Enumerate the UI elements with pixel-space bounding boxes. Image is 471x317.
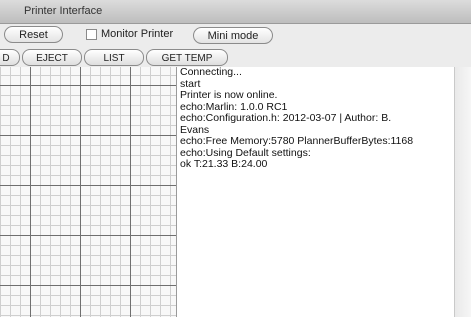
- monitor-printer-checkbox[interactable]: [86, 29, 97, 40]
- monitor-printer-label[interactable]: Monitor Printer: [101, 28, 173, 40]
- log-line: Connecting...: [180, 67, 242, 78]
- list-button[interactable]: LIST: [84, 49, 144, 66]
- partial-command-button[interactable]: D: [0, 49, 20, 66]
- console-scrollbar[interactable]: [454, 67, 471, 317]
- console-log[interactable]: Connecting... start Printer is now onlin…: [177, 67, 454, 317]
- window-titlebar: Printer Interface: [0, 0, 471, 24]
- window-title: Printer Interface: [24, 5, 103, 17]
- log-line: Printer is now online.: [180, 89, 278, 101]
- log-line: echo:Configuration.h: 2012-03-07 | Autho…: [180, 112, 392, 124]
- log-line: ok T:21.33 B:24.00: [180, 158, 268, 170]
- mini-mode-button[interactable]: Mini mode: [193, 27, 273, 44]
- reset-button[interactable]: Reset: [4, 26, 63, 43]
- command-button-row: D EJECT LIST GET TEMP: [0, 49, 471, 66]
- get-temp-button[interactable]: GET TEMP: [146, 49, 228, 66]
- log-line: echo:Free Memory:5780 PlannerBufferBytes…: [180, 135, 414, 147]
- toolbar: Reset Monitor Printer Mini mode: [0, 24, 471, 48]
- eject-button[interactable]: EJECT: [22, 49, 82, 66]
- print-bed-grid[interactable]: [0, 67, 177, 317]
